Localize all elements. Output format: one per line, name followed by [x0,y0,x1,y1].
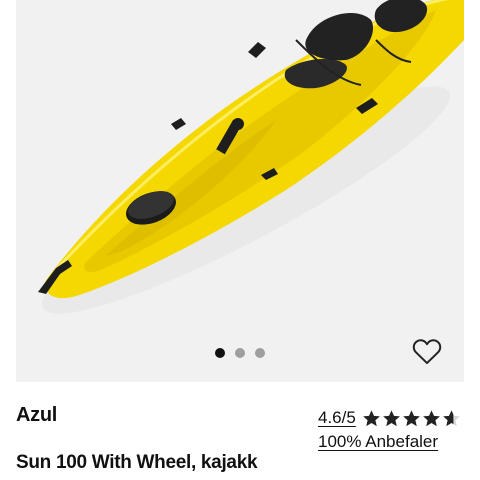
carousel-pagination[interactable] [16,348,464,360]
favorite-button[interactable] [410,334,444,368]
star-icon [362,409,380,426]
recommend-link[interactable]: 100% Anbefaler [318,432,438,452]
carousel-dot-2[interactable] [235,348,245,358]
star-icon [422,409,440,426]
star-icon [382,409,400,426]
rating-value[interactable]: 4.6/5 [318,408,356,428]
product-image-carousel[interactable] [16,0,464,382]
rating-summary[interactable]: 4.6/5 [318,408,461,428]
star-icon [402,409,420,426]
carousel-dot-1[interactable] [215,348,225,358]
kayak-image [38,0,464,314]
star-rating [362,409,461,428]
heart-outline-icon [412,339,442,365]
star-icon [442,409,460,426]
product-title: Sun 100 With Wheel, kajakk [16,452,258,473]
brand-name[interactable]: Azul [16,404,57,427]
carousel-dot-3[interactable] [255,348,265,358]
